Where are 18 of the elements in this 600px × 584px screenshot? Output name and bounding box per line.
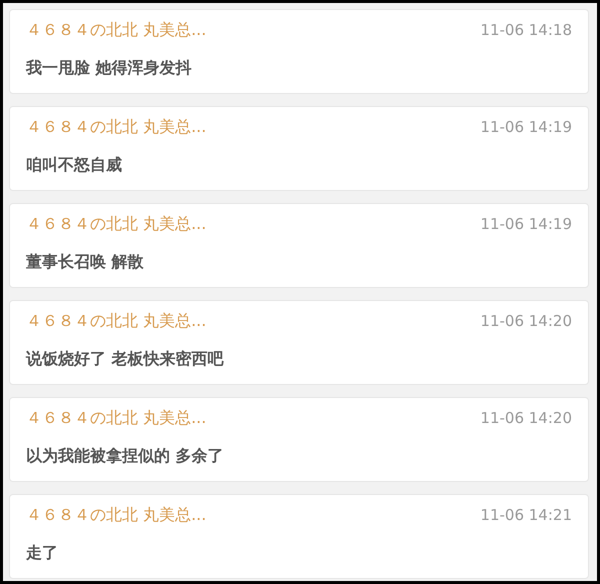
message-text: 说饭烧好了 老板快来密西吧 xyxy=(26,348,225,370)
message-time: 11-06 14:20 xyxy=(480,310,572,332)
sender-name: ４６８４の北北 丸美总... xyxy=(26,213,206,235)
message-time: 11-06 14:19 xyxy=(480,116,572,138)
message-text: 咱叫不怒自威 xyxy=(26,154,123,176)
sender-name: ４６８４の北北 丸美总... xyxy=(26,504,206,526)
message-text: 以为我能被拿捏似的 多余了 xyxy=(26,445,225,467)
sender-name: ４６８４の北北 丸美总... xyxy=(26,310,206,332)
message-time: 11-06 14:19 xyxy=(480,214,572,235)
message-text: 董事长召唤 解散 xyxy=(26,251,145,273)
message-time: 11-06 14:20 xyxy=(480,408,572,429)
sender-name: ４６８４の北北 丸美总... xyxy=(26,116,206,138)
message-time: 11-06 14:21 xyxy=(480,504,572,526)
sender-name: ４６８４の北北 丸美总... xyxy=(26,407,206,429)
sender-name: ４６８４の北北 丸美总... xyxy=(26,19,206,41)
message-text: 走了 xyxy=(26,542,59,564)
message-text: 我一甩脸 她得浑身发抖 xyxy=(26,57,193,79)
message-time: 11-06 14:18 xyxy=(480,20,572,41)
